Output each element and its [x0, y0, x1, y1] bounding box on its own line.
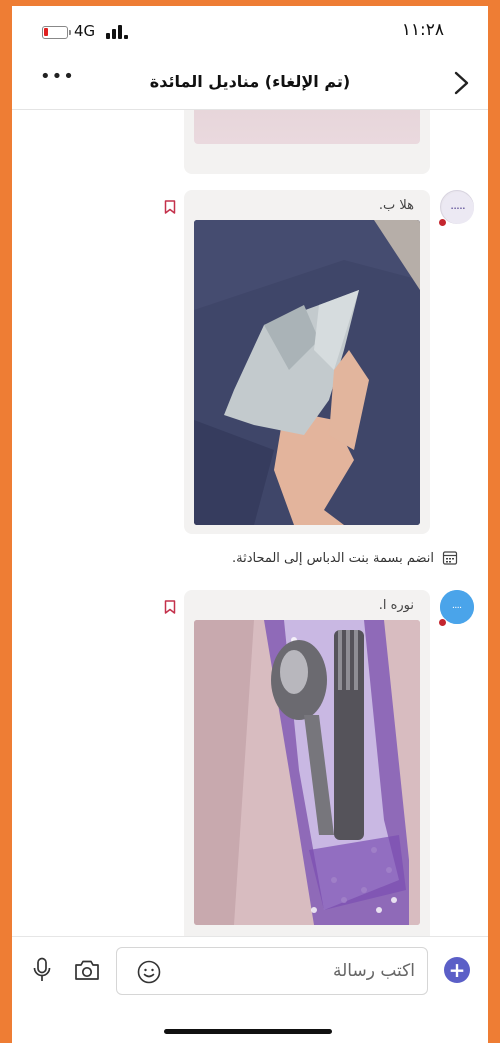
phone-screen: 4G ١١:٢٨ ••• (تم الإلغاء) مناديل المائدة…: [12, 6, 488, 1043]
microphone-icon[interactable]: [32, 957, 52, 983]
sender-name: نوره ا.: [378, 598, 414, 613]
presence-dot: [438, 218, 447, 227]
message-card[interactable]: نوره ا.: [184, 590, 430, 936]
message-image[interactable]: [194, 220, 420, 525]
network-label: 4G: [74, 22, 96, 40]
home-indicator: [164, 1029, 332, 1034]
svg-text:••••: ••••: [452, 605, 461, 610]
message-placeholder: اكتب رسالة: [333, 961, 415, 981]
chat-header: ••• (تم الإلغاء) مناديل المائدة: [12, 58, 488, 110]
system-message: انضم بسمة بنت الدباس إلى المحادثة.: [232, 550, 458, 566]
bookmark-icon[interactable]: [164, 600, 176, 614]
presence-dot: [438, 618, 447, 627]
message-list[interactable]: هلا ب. ••••• انضم بسمة بنت الدباس إلى ال…: [12, 110, 488, 936]
battery-icon: [42, 26, 71, 39]
message-input[interactable]: اكتب رسالة: [116, 947, 428, 995]
system-message-text: انضم بسمة بنت الدباس إلى المحادثة.: [231, 550, 434, 566]
add-icon[interactable]: +: [444, 957, 470, 983]
camera-icon[interactable]: [74, 959, 100, 981]
emoji-icon[interactable]: [137, 960, 161, 984]
message-image[interactable]: [194, 620, 420, 925]
chat-title: (تم الإلغاء) مناديل المائدة: [149, 72, 351, 91]
svg-text:•••••: •••••: [451, 206, 466, 212]
calendar-icon: [442, 551, 458, 565]
message-card[interactable]: هلا ب.: [184, 190, 430, 534]
sender-name: هلا ب.: [378, 198, 414, 213]
chevron-right-icon[interactable]: [450, 70, 472, 96]
signal-icon: [106, 23, 132, 39]
status-time: ١١:٢٨: [401, 20, 444, 40]
previous-message-card[interactable]: [184, 110, 430, 174]
status-bar: 4G ١١:٢٨: [12, 6, 488, 58]
message-composer: اكتب رسالة +: [12, 936, 488, 1043]
previous-image[interactable]: [194, 110, 420, 144]
bookmark-icon[interactable]: [164, 200, 176, 214]
more-icon[interactable]: •••: [40, 66, 75, 87]
